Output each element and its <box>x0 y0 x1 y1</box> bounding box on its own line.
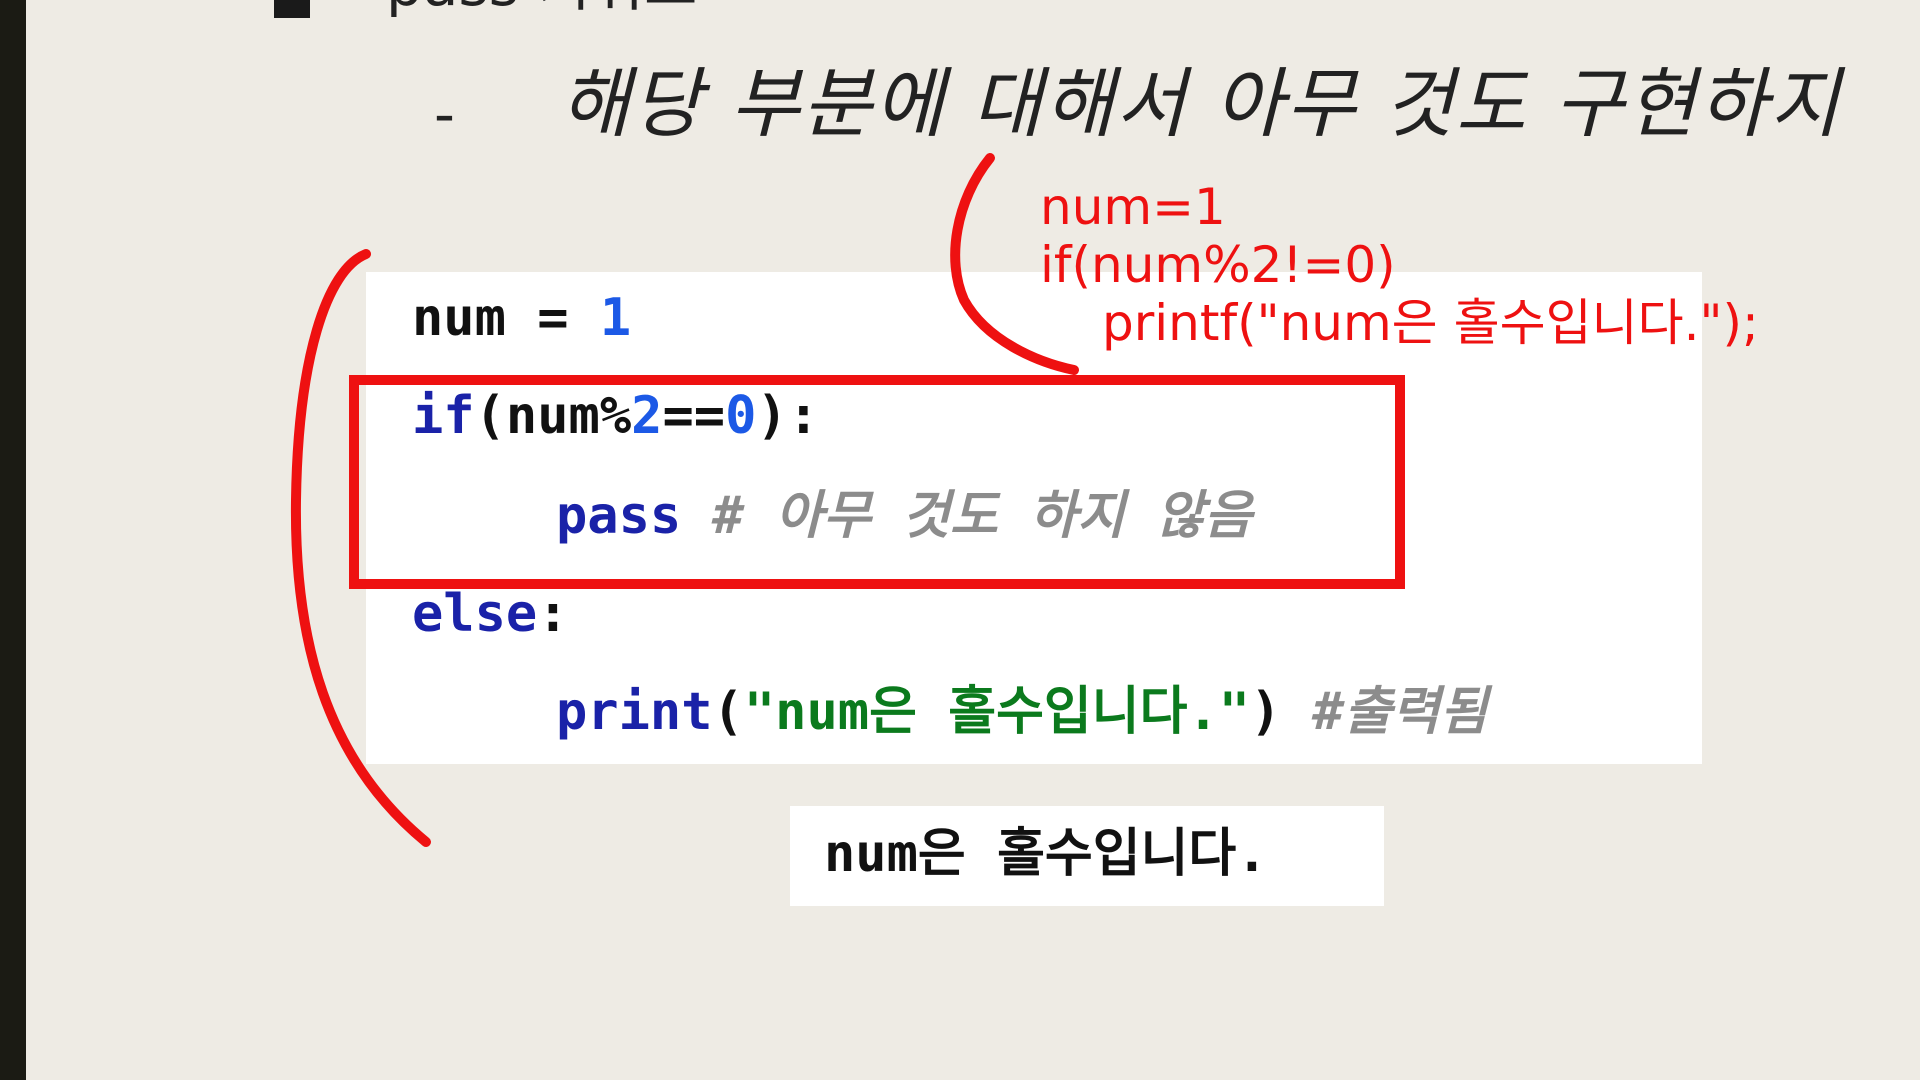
code-line-5: print("num은 홀수입니다.") #출력됨 <box>556 686 1488 738</box>
code-func-print: print <box>556 682 713 742</box>
code-var-num: num <box>412 288 506 348</box>
code-condition-close: ): <box>756 386 820 446</box>
code-comment-print: #출력됨 <box>1281 682 1488 742</box>
slide: pass 키워드 - 해당 부분에 대해서 아무 것도 구현하지 num = 1… <box>26 0 1920 1080</box>
code-keyword-if: if <box>412 386 475 446</box>
annotation-line-3: printf("num은 홀수입니다."); <box>1102 294 1759 352</box>
code-condition-open: (num% <box>474 386 632 446</box>
code-number-0: 0 <box>725 386 757 446</box>
code-comment-pass: # 아무 것도 하지 않음 <box>681 486 1252 546</box>
code-keyword-else: else <box>412 584 538 644</box>
sub-bullet-dash: - <box>434 80 455 148</box>
code-line-4: else: <box>412 588 569 640</box>
code-print-open: ( <box>712 682 744 742</box>
bullet-square-icon <box>274 0 310 18</box>
annotation-line-1: num=1 <box>1040 178 1226 236</box>
code-line-1: num = 1 <box>412 292 631 344</box>
code-number-1: 1 <box>599 288 632 348</box>
sub-bullet-text: 해당 부분에 대해서 아무 것도 구현하지 <box>560 59 1842 148</box>
code-else-colon: : <box>537 584 569 644</box>
output-panel: num은 홀수입니다. <box>790 806 1384 906</box>
code-string-literal: "num은 홀수입니다." <box>743 682 1251 742</box>
code-number-2: 2 <box>631 386 663 446</box>
output-text: num은 홀수입니다. <box>824 824 1268 884</box>
code-keyword-pass: pass <box>556 486 682 546</box>
code-equals: == <box>662 386 726 446</box>
slide-heading: pass 키워드 <box>386 0 697 14</box>
code-print-close: ) <box>1250 682 1282 742</box>
code-line-2: if(num%2==0): <box>412 390 819 442</box>
code-assign-op: = <box>505 288 600 348</box>
annotation-line-2: if(num%2!=0) <box>1040 236 1396 294</box>
code-line-3: pass # 아무 것도 하지 않음 <box>556 490 1252 542</box>
